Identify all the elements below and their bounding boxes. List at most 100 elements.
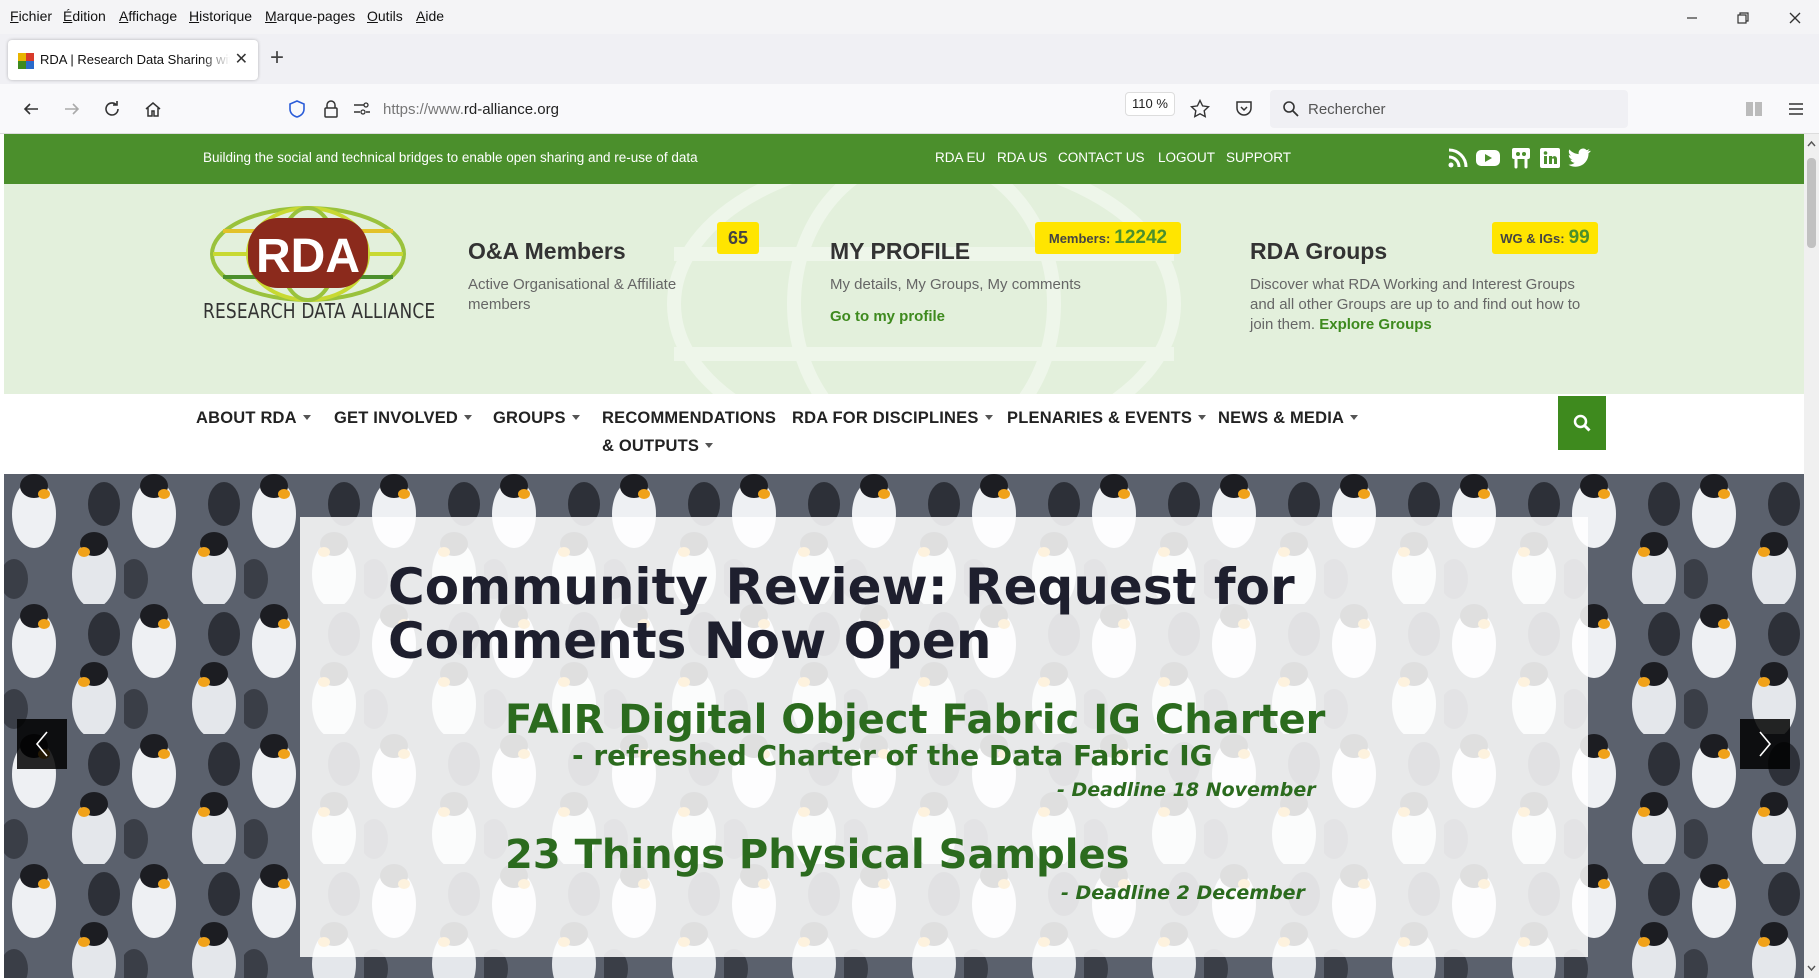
oa-members-desc: Active Organisational & Affiliate member… bbox=[468, 276, 677, 313]
chevron-down-icon bbox=[464, 415, 473, 420]
hero-title: Community Review: Request for Comments N… bbox=[388, 558, 1295, 670]
back-arrow-icon bbox=[23, 103, 38, 115]
link-rda-us[interactable]: RDA US bbox=[997, 150, 1047, 165]
chevron-down-icon bbox=[1350, 415, 1359, 420]
chevron-right-icon bbox=[1759, 731, 1772, 757]
site-tagline: Building the social and technical bridge… bbox=[203, 150, 698, 165]
youtube-icon[interactable] bbox=[1475, 145, 1501, 171]
menu-aide[interactable]: Aide bbox=[416, 8, 444, 24]
hero-item1-deadline: - Deadline 18 November bbox=[1057, 779, 1316, 801]
explore-groups-link[interactable]: Explore Groups bbox=[1319, 316, 1432, 333]
zoom-level-button[interactable]: 110 % bbox=[1125, 92, 1175, 116]
nav-rda-for-disciplines[interactable]: RDA FOR DISCIPLINES bbox=[792, 404, 993, 432]
link-support[interactable]: SUPPORT bbox=[1226, 150, 1291, 165]
menu-affichage[interactable]: Affichage bbox=[119, 8, 177, 24]
chevron-down-icon bbox=[984, 415, 993, 420]
restore-button[interactable] bbox=[1728, 6, 1758, 30]
nav-about-rda[interactable]: ABOUT RDA bbox=[196, 404, 311, 432]
rda-favicon-icon bbox=[18, 53, 34, 69]
link-contact-us[interactable]: CONTACT US bbox=[1058, 150, 1145, 165]
browser-tab[interactable]: RDA | Research Data Sharing without ✕ bbox=[8, 40, 258, 80]
menu-edition[interactable]: Édition bbox=[63, 8, 106, 24]
nav-recommendations-outputs[interactable]: RECOMMENDATIONS & OUTPUTS bbox=[602, 404, 776, 460]
tracking-shield-icon[interactable] bbox=[287, 99, 307, 119]
linkedin-icon[interactable] bbox=[1537, 145, 1563, 171]
back-button[interactable] bbox=[18, 96, 44, 122]
home-button[interactable] bbox=[140, 96, 166, 122]
pocket-icon[interactable] bbox=[1234, 99, 1254, 119]
minimize-icon bbox=[1687, 17, 1697, 19]
carousel-next-button[interactable] bbox=[1740, 719, 1790, 769]
site-search-button[interactable] bbox=[1558, 396, 1606, 450]
lock-icon[interactable] bbox=[322, 99, 340, 119]
menu-bar: Fichier Édition Affichage Historique Mar… bbox=[0, 0, 1819, 34]
home-icon bbox=[145, 102, 161, 117]
nav-news-media[interactable]: NEWS & MEDIA bbox=[1218, 404, 1359, 432]
link-logout[interactable]: LOGOUT bbox=[1158, 150, 1215, 165]
reload-button[interactable] bbox=[99, 96, 125, 122]
restore-icon bbox=[1737, 12, 1749, 24]
reload-icon bbox=[105, 101, 119, 116]
close-window-button[interactable] bbox=[1780, 6, 1810, 30]
carousel-prev-button[interactable] bbox=[17, 719, 67, 769]
minimize-button[interactable] bbox=[1677, 6, 1707, 30]
search-icon bbox=[1283, 101, 1299, 117]
menu-historique[interactable]: Historique bbox=[189, 8, 252, 24]
oa-members-title[interactable]: O&A Members bbox=[468, 238, 626, 265]
hero-item1-title[interactable]: FAIR Digital Object Fabric IG Charter bbox=[505, 697, 1325, 743]
tab-close-icon[interactable]: ✕ bbox=[235, 49, 248, 69]
my-profile-desc: My details, My Groups, My comments bbox=[830, 276, 1081, 293]
chevron-down-icon bbox=[1198, 415, 1207, 420]
search-bar[interactable]: Rechercher bbox=[1270, 90, 1628, 128]
reader-view-icon[interactable] bbox=[1744, 99, 1764, 119]
tab-bar: RDA | Research Data Sharing without ✕ + bbox=[0, 34, 1819, 84]
scroll-down-icon[interactable] bbox=[1807, 964, 1816, 972]
chevron-down-icon bbox=[705, 443, 714, 448]
members-count-badge: Members: 12242 bbox=[1035, 222, 1181, 254]
oa-members-count-badge: 65 bbox=[717, 222, 759, 254]
my-profile-title[interactable]: MY PROFILE bbox=[830, 238, 970, 265]
go-to-profile-link[interactable]: Go to my profile bbox=[830, 308, 945, 325]
forward-arrow-icon bbox=[65, 103, 80, 115]
rda-groups-title[interactable]: RDA Groups bbox=[1250, 238, 1387, 265]
hero-item1-subtitle: - refreshed Charter of the Data Fabric I… bbox=[572, 739, 1213, 772]
search-icon bbox=[1573, 414, 1591, 432]
hamburger-menu-icon[interactable] bbox=[1786, 99, 1806, 119]
slideshare-icon[interactable] bbox=[1508, 145, 1534, 171]
permissions-icon[interactable] bbox=[352, 100, 372, 118]
rda-groups-desc: Discover what RDA Working and Interest G… bbox=[1250, 276, 1581, 333]
site-top-bar: Building the social and technical bridge… bbox=[4, 134, 1804, 184]
scroll-up-icon[interactable] bbox=[1807, 140, 1816, 148]
hero-item2-title[interactable]: 23 Things Physical Samples bbox=[505, 832, 1129, 878]
chevron-left-icon bbox=[35, 731, 48, 757]
menu-fichier[interactable]: Fichier bbox=[10, 8, 52, 24]
nav-plenaries-events[interactable]: PLENARIES & EVENTS bbox=[1007, 404, 1207, 432]
navigation-toolbar: https://www.rd-alliance.org 110 % Recher… bbox=[0, 84, 1819, 134]
forward-button[interactable] bbox=[59, 96, 85, 122]
link-rda-eu[interactable]: RDA EU bbox=[935, 150, 985, 165]
main-navigation: ABOUT RDA GET INVOLVED GROUPS RECOMMENDA… bbox=[4, 394, 1804, 474]
chevron-down-icon bbox=[302, 415, 311, 420]
scrollbar-thumb[interactable] bbox=[1807, 158, 1816, 248]
nav-get-involved[interactable]: GET INVOLVED bbox=[334, 404, 473, 432]
web-page: Building the social and technical bridge… bbox=[4, 134, 1804, 978]
bookmark-star-icon[interactable] bbox=[1190, 99, 1210, 119]
url-text[interactable]: https://www.rd-alliance.org bbox=[383, 101, 559, 118]
hero-item2-deadline: - Deadline 2 December bbox=[1061, 882, 1305, 904]
close-icon bbox=[1789, 12, 1801, 24]
tab-title: RDA | Research Data Sharing without bbox=[40, 52, 230, 67]
logo-subtitle: RESEARCH DATA ALLIANCE bbox=[203, 299, 436, 323]
search-placeholder: Rechercher bbox=[1308, 101, 1386, 118]
nav-groups[interactable]: GROUPS bbox=[493, 404, 580, 432]
twitter-icon[interactable] bbox=[1567, 145, 1593, 171]
hero-carousel: Community Review: Request for Comments N… bbox=[4, 474, 1804, 978]
menu-marque-pages[interactable]: Marque-pages bbox=[265, 8, 355, 24]
wg-igs-count-badge: WG & IGs: 99 bbox=[1492, 222, 1598, 254]
chevron-down-icon bbox=[571, 415, 580, 420]
menu-outils[interactable]: Outils bbox=[367, 8, 403, 24]
page-scrollbar[interactable] bbox=[1804, 134, 1819, 978]
new-tab-icon[interactable]: + bbox=[270, 44, 284, 72]
rss-icon[interactable] bbox=[1445, 145, 1471, 171]
site-header: RDA RESEARCH DATA ALLIANCE O&A Members 6… bbox=[4, 184, 1804, 394]
svg-text:RDA: RDA bbox=[256, 230, 360, 283]
